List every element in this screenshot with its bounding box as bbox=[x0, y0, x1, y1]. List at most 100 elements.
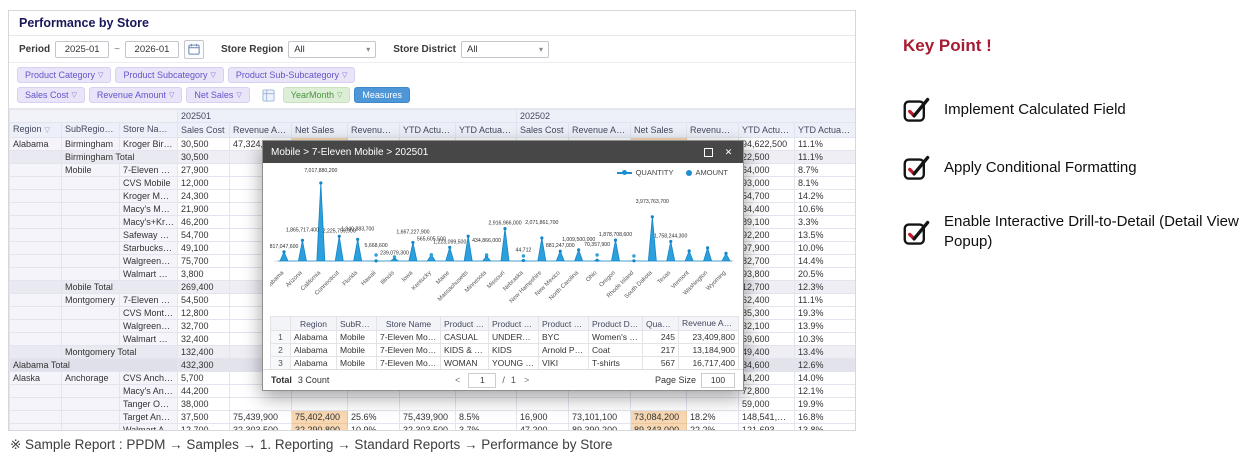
grid-cell[interactable]: 148,541,000 bbox=[739, 411, 795, 424]
grid-cell[interactable]: 12,700 bbox=[178, 424, 230, 432]
grid-cell[interactable]: 32,303,500 bbox=[230, 424, 292, 432]
detail-cell[interactable]: 7-Eleven Mobile bbox=[377, 331, 441, 344]
grid-cell[interactable]: 72,800 bbox=[739, 385, 795, 398]
grid-cell[interactable]: 13.4% bbox=[795, 346, 856, 359]
grid-region-cell[interactable] bbox=[10, 333, 62, 346]
legend-item-quantity[interactable]: QUANTITY bbox=[617, 168, 674, 177]
grid-header-ytd-actuals[interactable]: YTD Actuals bbox=[739, 123, 795, 138]
detail-rownum[interactable]: 1 bbox=[271, 331, 291, 344]
chip-product-sub-subcategory[interactable]: Product Sub-Subcategory▽ bbox=[228, 67, 355, 83]
grid-cell[interactable]: 22.2% bbox=[687, 424, 739, 432]
grid-header-sales-cost[interactable]: Sales Cost bbox=[178, 123, 230, 138]
grid-cell[interactable]: 13.5% bbox=[795, 229, 856, 242]
grid-cell[interactable]: 10.3% bbox=[795, 333, 856, 346]
grid-region-cell[interactable] bbox=[10, 294, 62, 307]
grid-cell[interactable]: 20.5% bbox=[795, 268, 856, 281]
grid-store-cell[interactable]: Walgreens Mont... bbox=[120, 320, 178, 333]
detail-header-product-subcat[interactable]: Product Subcat... bbox=[489, 317, 539, 331]
grid-cell[interactable]: 73,084,200 bbox=[631, 411, 687, 424]
detail-rownum[interactable]: 2 bbox=[271, 344, 291, 357]
grid-cell[interactable]: 12.3% bbox=[795, 281, 856, 294]
grid-cell[interactable]: 269,400 bbox=[178, 281, 230, 294]
grid-region-cell[interactable] bbox=[10, 216, 62, 229]
column-group-202502[interactable]: 202502 bbox=[517, 110, 856, 123]
chip-product-subcategory[interactable]: Product Subcategory▽ bbox=[115, 67, 223, 83]
grid-header-revenue-amount[interactable]: Revenue Amount bbox=[230, 123, 292, 138]
chip-revenue-amount[interactable]: Revenue Amount▽ bbox=[89, 87, 182, 103]
detail-cell[interactable]: Mobile bbox=[337, 357, 377, 370]
grid-cell[interactable]: 93,800 bbox=[739, 268, 795, 281]
grid-cell[interactable]: 27,900 bbox=[178, 164, 230, 177]
grid-store-cell[interactable]: Walmart Montgo... bbox=[120, 333, 178, 346]
grid-cell[interactable]: 94,622,500 bbox=[739, 138, 795, 151]
grid-cell[interactable]: 54,700 bbox=[739, 190, 795, 203]
detail-cell[interactable]: 245 bbox=[643, 331, 679, 344]
grid-cell[interactable]: 12,800 bbox=[178, 307, 230, 320]
detail-header-store-name[interactable]: Store Name bbox=[377, 317, 441, 331]
grid-cell[interactable]: 59,000 bbox=[739, 398, 795, 411]
grid-grandtotal-label[interactable]: Alabama Total bbox=[10, 359, 178, 372]
grid-subregion-cell[interactable] bbox=[62, 333, 120, 346]
grid-cell[interactable]: 19.3% bbox=[795, 307, 856, 320]
grid-region-cell[interactable] bbox=[10, 190, 62, 203]
grid-cell[interactable]: 10.0% bbox=[795, 242, 856, 255]
grid-header-revenue[interactable]: Revenue (%) bbox=[687, 123, 739, 138]
grid-store-cell[interactable]: CVS Mobile bbox=[120, 177, 178, 190]
grid-cell[interactable]: 32,100 bbox=[739, 320, 795, 333]
grid-cell[interactable]: 89,343,000 bbox=[631, 424, 687, 432]
grid-store-cell[interactable]: CVS Anchorage bbox=[120, 372, 178, 385]
detail-cell[interactable]: Coat bbox=[589, 344, 643, 357]
grid-cell[interactable]: 97,900 bbox=[739, 242, 795, 255]
detail-cell[interactable]: Alabama bbox=[291, 357, 337, 370]
grid-cell[interactable]: 12.1% bbox=[795, 385, 856, 398]
detail-cell[interactable]: 16,717,400 bbox=[679, 357, 739, 370]
grid-cell[interactable]: 24,300 bbox=[178, 190, 230, 203]
grid-store-cell[interactable]: Walmart Anchora... bbox=[120, 424, 178, 432]
grid-cell[interactable]: 75,439,900 bbox=[230, 411, 292, 424]
grid-store-cell[interactable]: Target Anchorag... bbox=[120, 411, 178, 424]
page-size-input[interactable] bbox=[701, 373, 735, 388]
grid-store-cell[interactable]: Walmart Mobile bbox=[120, 268, 178, 281]
page-input[interactable] bbox=[468, 373, 496, 388]
grid-cell[interactable]: 84,600 bbox=[739, 359, 795, 372]
grid-subtotal-label[interactable]: Mobile Total bbox=[62, 281, 178, 294]
detail-cell[interactable]: KIDS bbox=[489, 344, 539, 357]
grid-cell[interactable]: 89,390,200 bbox=[569, 424, 631, 432]
popup-titlebar[interactable]: Mobile > 7-Eleven Mobile > 202501 ✕ bbox=[263, 141, 743, 163]
detail-cell[interactable]: Alabama bbox=[291, 331, 337, 344]
grid-cell[interactable] bbox=[631, 398, 687, 411]
grid-header-store-name[interactable]: Store Name▽ bbox=[120, 123, 178, 138]
grid-cell[interactable]: 82,700 bbox=[739, 255, 795, 268]
grid-cell[interactable]: 8.5% bbox=[456, 411, 517, 424]
grid-header-region[interactable]: Region▽ bbox=[10, 123, 62, 138]
grid-cell[interactable]: 46,200 bbox=[178, 216, 230, 229]
detail-cell[interactable]: Women's Pajam... bbox=[589, 331, 643, 344]
next-page-button[interactable]: > bbox=[522, 375, 531, 385]
detail-header-product-sub-su[interactable]: Product Sub-Su... bbox=[539, 317, 589, 331]
grid-cell[interactable]: 5,700 bbox=[178, 372, 230, 385]
grid-region-cell[interactable]: Alabama bbox=[10, 138, 62, 151]
grid-store-cell[interactable]: Starbucks Mobile bbox=[120, 242, 178, 255]
grid-cell[interactable]: 32,290,800 bbox=[292, 424, 348, 432]
grid-subregion-cell[interactable]: Montgomery bbox=[62, 294, 120, 307]
grid-header-ytd-actuals[interactable]: YTD Actuals (%) bbox=[795, 123, 856, 138]
grid-cell[interactable]: 62,400 bbox=[739, 294, 795, 307]
grid-cell[interactable]: 32,303,500 bbox=[400, 424, 456, 432]
detail-cell[interactable]: 567 bbox=[643, 357, 679, 370]
grid-subregion-cell[interactable]: Mobile bbox=[62, 164, 120, 177]
grid-region-cell[interactable] bbox=[10, 268, 62, 281]
detail-header-region[interactable]: Region bbox=[291, 317, 337, 331]
grid-header-net-sales[interactable]: Net Sales bbox=[631, 123, 687, 138]
grid-store-cell[interactable]: Tanger Outlet An... bbox=[120, 398, 178, 411]
grid-cell[interactable]: 3.3% bbox=[795, 216, 856, 229]
grid-store-cell[interactable]: Macy's Anchorag... bbox=[120, 385, 178, 398]
detail-cell[interactable]: T-shirts bbox=[589, 357, 643, 370]
grid-cell[interactable] bbox=[456, 398, 517, 411]
grid-subregion-cell[interactable] bbox=[62, 307, 120, 320]
grid-store-cell[interactable]: Kroger Mobile bbox=[120, 190, 178, 203]
grid-subregion-cell[interactable] bbox=[62, 216, 120, 229]
grid-header-revenue[interactable]: Revenue (%) bbox=[348, 123, 400, 138]
grid-cell[interactable]: 37,500 bbox=[178, 411, 230, 424]
grid-cell[interactable]: 14.0% bbox=[795, 372, 856, 385]
grid-store-cell[interactable]: 7-Eleven Mobile bbox=[120, 164, 178, 177]
